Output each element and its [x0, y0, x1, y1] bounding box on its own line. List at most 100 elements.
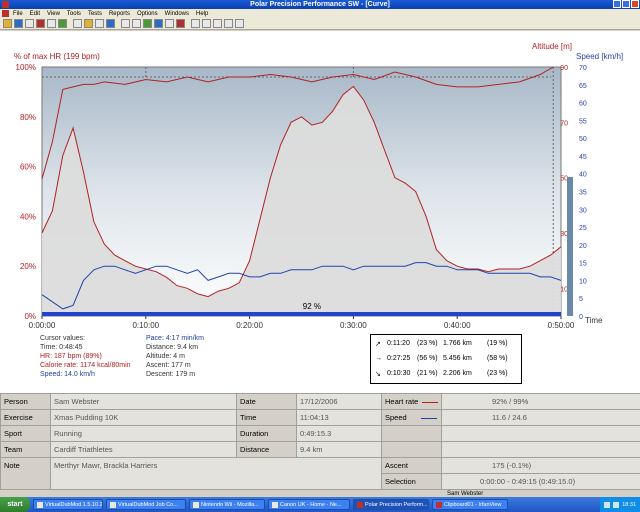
menu-reports[interactable]: Reports — [109, 11, 130, 17]
taskbar-button[interactable]: Clipboard01 - IrfanView — [432, 499, 508, 510]
heart-rate-value: 92% / 99% — [441, 393, 640, 410]
x-tick-label: 0:30:00 — [340, 321, 367, 330]
altitude-tick-label: 70 — [560, 120, 568, 127]
x-tick-label: 0:10:00 — [132, 321, 159, 330]
open-folder-icon[interactable] — [3, 19, 12, 28]
duration-value[interactable]: 0:49:15.3 — [296, 425, 382, 442]
toolbar — [0, 18, 640, 30]
print-icon[interactable] — [25, 19, 34, 28]
menu-tools[interactable]: Tools — [67, 11, 81, 17]
note-value[interactable]: Merthyr Mawr, Brackla Harriers — [50, 457, 382, 490]
exercise-info-table: Person Sam Webster Date 17/12/2006 Heart… — [0, 393, 640, 490]
taskbar-button[interactable]: Canon UK - Home - Ne... — [268, 499, 350, 510]
zoom-in-icon[interactable] — [121, 19, 130, 28]
selection-label: Selection — [381, 473, 442, 490]
team-value[interactable]: Cardiff Triathletes — [50, 441, 237, 458]
altitude-tick-label: 30 — [560, 231, 568, 238]
minimize-button[interactable] — [613, 0, 621, 8]
speed-legend-line — [420, 417, 437, 419]
cursor-altitude: Altitude: 4 m — [146, 353, 185, 360]
altitude-tick-label: 90 — [560, 65, 568, 72]
date-value[interactable]: 17/12/2006 — [296, 393, 382, 410]
trend-chart-icon[interactable] — [224, 19, 233, 28]
duration-label: Duration — [236, 425, 297, 442]
time-label: Time — [236, 409, 297, 426]
heart-icon[interactable] — [36, 19, 45, 28]
cursor-ascent: Ascent: 177 m — [146, 362, 191, 369]
curve-chart-area: % of max HR (199 bpm) Altitude [m] Speed [… — [0, 31, 640, 331]
time-value[interactable]: 11:04:13 — [296, 409, 382, 426]
date-label: Date — [236, 393, 297, 410]
curve-icon[interactable] — [143, 19, 152, 28]
person-value[interactable]: Sam Webster — [50, 393, 237, 410]
cursor-calorie: Calorie rate: 1174 kcal/80min — [40, 362, 131, 369]
column-chart-icon[interactable] — [191, 19, 200, 28]
speed-value: 11.6 / 24.6 — [441, 409, 640, 426]
diary-icon[interactable] — [95, 19, 104, 28]
altitude-tick-label: 10 — [560, 286, 568, 293]
speed-axis-title: Speed [km/h] — [576, 52, 623, 61]
title-bar: Polar Precision Performance SW - [Curve] — [0, 0, 640, 9]
exercise-value[interactable]: Xmas Pudding 10K — [50, 409, 237, 426]
tray-icon[interactable] — [604, 501, 611, 508]
slope-row-downhill: ↘ 0:10:30 (21 %) 2.206 km (23 %) — [375, 370, 508, 378]
menu-options[interactable]: Options — [137, 11, 158, 17]
speed-tick-label: 70 — [579, 65, 587, 72]
marker-icon[interactable] — [176, 19, 185, 28]
save-icon[interactable] — [14, 19, 23, 28]
sport-value[interactable]: Running — [50, 425, 237, 442]
taskbar-button[interactable]: VirtualDubMod 1.5.10.2 — [33, 499, 103, 510]
ascent-label: Ascent — [381, 457, 442, 474]
taskbar-button[interactable]: Nintendo Wii - Mozilla... — [189, 499, 265, 510]
speed-tick-label: 50 — [579, 136, 587, 143]
left-tick-label: 0% — [24, 312, 36, 321]
close-button[interactable] — [631, 0, 639, 8]
hr-legend-line — [422, 401, 439, 403]
curve-chart[interactable]: % of max HR (199 bpm) Altitude [m] Speed [… — [0, 31, 640, 331]
distance-value[interactable]: 9.4 km — [296, 441, 382, 458]
menu-file[interactable]: File — [13, 11, 23, 17]
speed-tick-label: 55 — [579, 118, 587, 125]
menu-windows[interactable]: Windows — [165, 11, 189, 17]
table-row: Note Merthyr Mawr, Brackla Harriers Asce… — [0, 457, 640, 490]
cursor-values-panel: Cursor values: Time: 0:48:45 HR: 187 bpm… — [0, 331, 640, 393]
altitude-scale-bar — [567, 177, 573, 316]
start-button[interactable]: start — [0, 497, 30, 512]
speed-tick-label: 10 — [579, 278, 587, 285]
flat-arrow-icon: → — [375, 355, 382, 362]
filter-icon[interactable] — [154, 19, 163, 28]
menu-view[interactable]: View — [47, 11, 60, 17]
sport-label: Sport — [0, 425, 51, 442]
table-row: Person Sam Webster Date 17/12/2006 Heart… — [0, 393, 640, 410]
watch-icon[interactable] — [58, 19, 67, 28]
grid-icon[interactable] — [165, 19, 174, 28]
table-icon[interactable] — [106, 19, 115, 28]
speed-tick-label: 40 — [579, 172, 587, 179]
maximize-button[interactable] — [622, 0, 630, 8]
slope-row-uphill: ↗ 0:11:20 (23 %) 1.766 km (19 %) — [375, 340, 508, 348]
left-tick-label: 40% — [20, 212, 36, 221]
people-icon[interactable] — [47, 19, 56, 28]
tray-icon[interactable] — [613, 501, 620, 508]
x-axis-title: Time — [585, 316, 603, 325]
cursor-distance: Distance: 9.4 km — [146, 344, 199, 351]
left-tick-label: 20% — [20, 262, 36, 271]
taskbar-button-active[interactable]: Polar Precision Perform... — [353, 499, 429, 510]
irfanview-icon — [436, 501, 442, 508]
menu-tests[interactable]: Tests — [88, 11, 102, 17]
folder-icon[interactable] — [84, 19, 93, 28]
calendar-icon[interactable] — [73, 19, 82, 28]
pie-chart-icon[interactable] — [213, 19, 222, 28]
speed-tick-label: 45 — [579, 154, 587, 161]
distance-label: Distance — [236, 441, 297, 458]
menu-edit[interactable]: Edit — [30, 11, 40, 17]
window-title: Polar Precision Performance SW - [Curve] — [250, 1, 390, 8]
zoom-out-icon[interactable] — [132, 19, 141, 28]
speed-label: Speed — [381, 409, 442, 426]
speed-tick-label: 60 — [579, 101, 587, 108]
menu-help[interactable]: Help — [196, 11, 208, 17]
bar-chart-icon[interactable] — [202, 19, 211, 28]
slope-row-flat: → 0:27:25 (56 %) 5.456 km (58 %) — [375, 355, 508, 362]
summary-chart-icon[interactable] — [235, 19, 244, 28]
taskbar-button[interactable]: VirtualDubMod Job Co... — [106, 499, 186, 510]
